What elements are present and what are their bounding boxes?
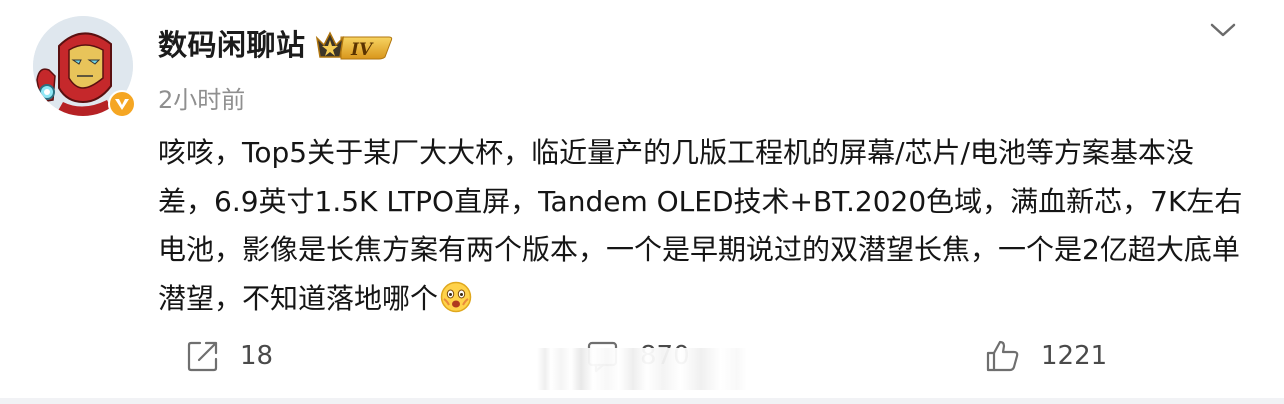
share-button[interactable]: 18 <box>186 339 273 373</box>
like-button[interactable]: 1221 <box>985 339 1107 373</box>
share-count: 18 <box>240 341 274 371</box>
post-content: 咳咳，Top5关于某厂大大杯，临近量产的几版工程机的屏幕/芯片/电池等方案基本没… <box>158 129 1248 323</box>
author-name[interactable]: 数码闲聊站 <box>158 22 306 64</box>
post-menu-button[interactable] <box>1207 18 1239 42</box>
chevron-down-icon <box>1210 23 1236 37</box>
comment-button[interactable]: 870 <box>586 339 690 373</box>
surprised-face-emoji-icon <box>440 280 472 312</box>
comment-icon <box>587 341 618 373</box>
post-timestamp[interactable]: 2小时前 <box>158 80 245 115</box>
post-text: 咳咳，Top5关于某厂大大杯，临近量产的几版工程机的屏幕/芯片/电池等方案基本没… <box>158 136 1243 315</box>
level-label: IV <box>350 40 374 60</box>
share-icon <box>187 341 218 372</box>
weibo-post-card: 数码闲聊站 IV 2小时前 咳咳，Top5关于某厂大大杯，临近量产的几版工程机的… <box>0 0 1284 398</box>
like-count: 1221 <box>1041 341 1108 371</box>
thumbs-up-icon <box>986 340 1019 372</box>
level-badge-icon[interactable]: IV <box>315 29 393 61</box>
comment-count: 870 <box>640 341 690 371</box>
card-divider <box>0 398 1284 404</box>
verified-badge-icon <box>108 90 136 118</box>
